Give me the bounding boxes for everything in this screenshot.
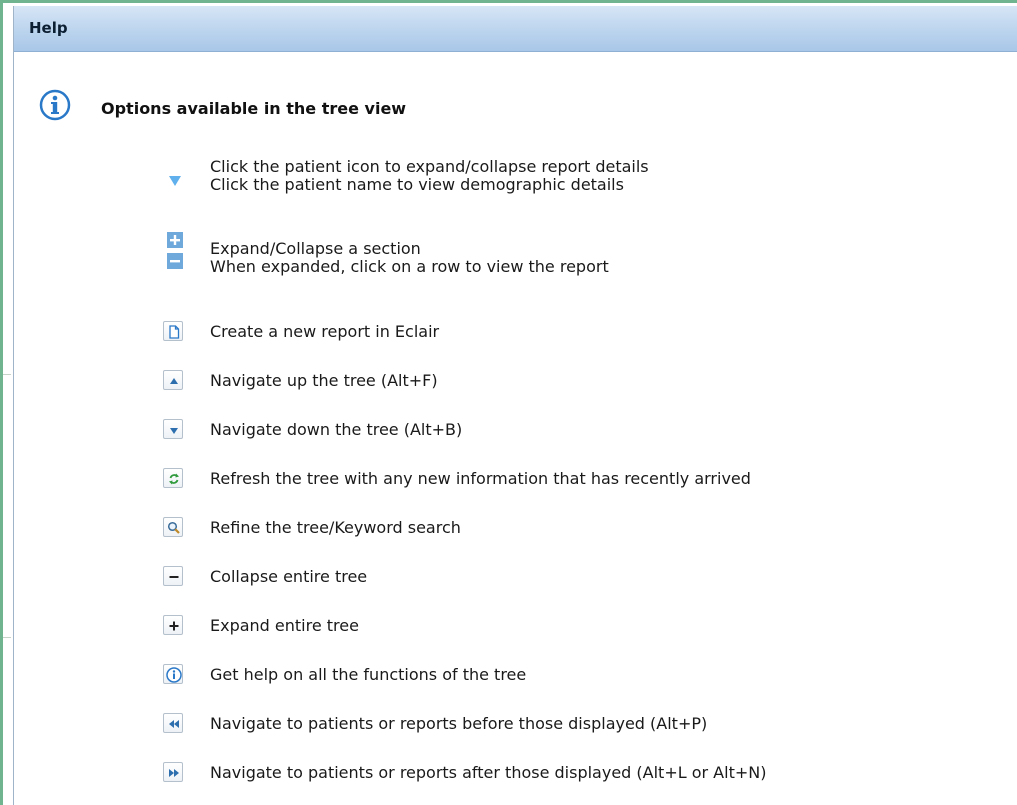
section-collapse-icon bbox=[167, 253, 183, 273]
help-panel: Help Options available in the tree view … bbox=[13, 6, 1017, 805]
new-report-icon bbox=[163, 321, 183, 341]
patient-help-line-2: Click the patient name to view demograph… bbox=[210, 175, 624, 194]
help-window-frame: Help Options available in the tree view … bbox=[0, 0, 1017, 805]
search-icon bbox=[163, 517, 183, 537]
next-page-icon bbox=[163, 762, 183, 782]
patient-expand-icon bbox=[169, 172, 181, 191]
collapse-all-icon bbox=[163, 566, 183, 586]
navigate-down-icon bbox=[163, 419, 183, 439]
help-item-text: Collapse entire tree bbox=[210, 567, 368, 586]
help-item-text: Navigate to patients or reports before t… bbox=[210, 714, 708, 733]
previous-page-icon bbox=[163, 713, 183, 733]
help-item-text: Navigate up the tree (Alt+F) bbox=[210, 371, 438, 390]
section-help-line-1: Expand/Collapse a section bbox=[210, 239, 421, 258]
navigate-up-icon bbox=[163, 370, 183, 390]
section-expand-icon bbox=[167, 232, 183, 252]
section-help-line-2: When expanded, click on a row to view th… bbox=[210, 257, 609, 276]
help-item-text: Create a new report in Eclair bbox=[210, 322, 440, 341]
help-item-text: Refine the tree/Keyword search bbox=[210, 518, 461, 537]
help-item-text: Navigate down the tree (Alt+B) bbox=[210, 420, 463, 439]
gutter-mark bbox=[3, 637, 11, 638]
info-icon bbox=[163, 664, 183, 684]
help-panel-titlebar: Help bbox=[14, 6, 1017, 52]
refresh-icon bbox=[163, 468, 183, 488]
help-item-text: Navigate to patients or reports after th… bbox=[210, 763, 767, 782]
help-item-text: Refresh the tree with any new informatio… bbox=[210, 469, 751, 488]
gutter-mark bbox=[3, 374, 11, 375]
help-item-text: Expand entire tree bbox=[210, 616, 359, 635]
help-heading: Options available in the tree view bbox=[101, 99, 407, 118]
expand-all-icon bbox=[163, 615, 183, 635]
help-item-text: Get help on all the functions of the tre… bbox=[210, 665, 527, 684]
patient-help-line-1: Click the patient icon to expand/collaps… bbox=[210, 157, 649, 176]
panel-title: Help bbox=[29, 19, 68, 37]
info-icon bbox=[39, 89, 71, 121]
